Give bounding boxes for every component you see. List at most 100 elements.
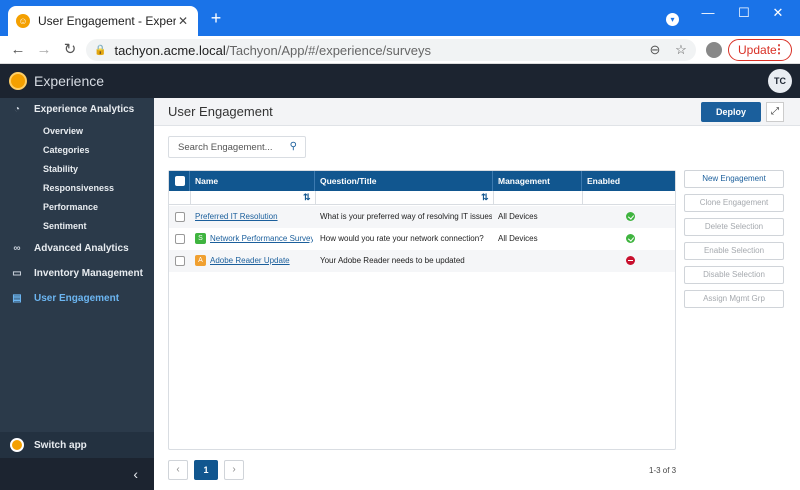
sidebar-subitem-categories[interactable]: Categories [43, 141, 90, 159]
collapse-sidebar-button[interactable]: ‹ [0, 458, 154, 490]
sidebar-item-label: Experience Analytics [34, 103, 135, 115]
column-divider [493, 191, 494, 205]
row-checkbox[interactable] [175, 256, 185, 266]
switch-app-icon [10, 438, 24, 452]
sidebar-subitem-stability[interactable]: Stability [43, 160, 78, 178]
engagement-name-link[interactable]: Preferred IT Resolution [195, 206, 313, 228]
select-all-cell [169, 171, 190, 191]
browser-tab[interactable]: ☺ User Engagement - Experience ✕ [8, 6, 198, 36]
favicon-icon: ☺ [16, 14, 30, 28]
forward-icon[interactable]: → [34, 40, 54, 60]
bookmark-star-icon[interactable]: ☆ [672, 41, 690, 59]
row-checkbox[interactable] [175, 234, 185, 244]
enabled-check-icon [626, 234, 635, 243]
enable-selection-button[interactable]: Enable Selection [684, 242, 784, 260]
sidebar-item-label: Advanced Analytics [34, 242, 129, 254]
delete-selection-button[interactable]: Delete Selection [684, 218, 784, 236]
select-all-checkbox[interactable] [175, 176, 185, 186]
row-checkbox[interactable] [175, 212, 185, 222]
column-header-groups[interactable]: Management Groups [493, 171, 582, 206]
column-header-question[interactable]: Question/Title [315, 171, 493, 191]
enabled-check-icon [626, 212, 635, 221]
column-divider [315, 191, 316, 205]
engagement-table: Name Question/Title Management Groups En… [168, 170, 676, 450]
deploy-button[interactable]: Deploy [701, 102, 761, 122]
url-host: tachyon.acme.local [114, 42, 226, 58]
engagement-name-link[interactable]: Network Performance Survey [210, 234, 313, 243]
clipboard-icon: ▤ [12, 292, 22, 304]
groups-cell: All Devices [498, 234, 538, 243]
sidebar-item-user-engagement[interactable]: ▤ User Engagement [0, 287, 154, 309]
sort-icon[interactable]: ⇅ [303, 192, 311, 203]
sidebar-item-advanced-analytics[interactable]: ∞ Advanced Analytics [0, 237, 154, 259]
groups-cell: All Devices [498, 212, 538, 221]
search-input[interactable]: Search Engagement... ⚲ [168, 136, 306, 158]
column-header-enabled[interactable]: Enabled [582, 171, 675, 191]
new-engagement-button[interactable]: New Engagement [684, 170, 784, 188]
sort-icon[interactable]: ⇅ [481, 192, 489, 203]
clone-engagement-button[interactable]: Clone Engagement [684, 194, 784, 212]
switch-app-button[interactable]: Switch app [0, 432, 154, 458]
profile-icon[interactable] [706, 42, 722, 58]
back-icon[interactable]: ← [8, 40, 28, 60]
sidebar-subitem-performance[interactable]: Performance [43, 198, 98, 216]
sidebar-item-inventory-management[interactable]: ▭ Inventory Management [0, 262, 154, 284]
page-title: User Engagement [168, 104, 273, 119]
url-path: /Tachyon/App/#/experience/surveys [225, 42, 431, 58]
browser-tab-bar: ☺ User Engagement - Experience ✕ + ▾ — ☐… [0, 0, 800, 36]
sidebar-item-label: User Engagement [34, 292, 120, 304]
engagement-name-link[interactable]: Adobe Reader Update [210, 256, 290, 265]
tab-search-icon[interactable]: ▾ [666, 13, 679, 26]
sidebar-subitem-sentiment[interactable]: Sentiment [43, 217, 87, 235]
table-row[interactable]: Preferred IT Resolution What is your pre… [169, 206, 675, 228]
prev-page-button[interactable]: ‹ [168, 460, 188, 480]
question-cell: What is your preferred way of resolving … [320, 212, 492, 221]
monitor-icon: ▭ [12, 267, 22, 279]
current-page-button[interactable]: 1 [194, 460, 218, 480]
question-cell: How would you rate your network connecti… [320, 234, 484, 243]
close-window-icon[interactable]: ✕ [766, 4, 790, 22]
app-logo-icon [9, 72, 27, 90]
table-header: Name Question/Title Management Groups En… [169, 171, 675, 206]
name-cell: S Network Performance Survey [195, 228, 313, 250]
expand-icon[interactable]: ⤢ [766, 102, 784, 122]
filter-row: ⇅ ⇅ [169, 191, 675, 205]
reload-icon[interactable]: ↻ [60, 40, 80, 60]
survey-badge: S [195, 233, 206, 245]
sidebar-item-experience-analytics[interactable]: ◔ Experience Analytics [0, 98, 154, 120]
announcement-badge: A [195, 255, 206, 267]
dashboard-icon: ◔ [13, 103, 21, 115]
table-row[interactable]: S Network Performance Survey How would yo… [169, 228, 675, 250]
name-cell: A Adobe Reader Update [195, 250, 313, 272]
app-header: Experience TC [0, 64, 800, 98]
search-icon[interactable]: ⚲ [290, 141, 297, 152]
minimize-icon[interactable]: — [696, 4, 720, 22]
switch-app-label: Switch app [34, 439, 87, 451]
sidebar-item-label: Inventory Management [34, 267, 143, 279]
column-header-name[interactable]: Name [190, 171, 315, 191]
tab-title: User Engagement - Experience [38, 14, 176, 28]
binoculars-icon: ∞ [13, 242, 21, 254]
update-label: Update [738, 43, 777, 57]
assign-mgmt-grp-button[interactable]: Assign Mgmt Grp [684, 290, 784, 308]
new-tab-button[interactable]: + [206, 8, 226, 28]
maximize-icon[interactable]: ☐ [732, 4, 756, 22]
next-page-button[interactable]: › [224, 460, 244, 480]
sidebar-subitem-responsiveness[interactable]: Responsiveness [43, 179, 114, 197]
column-divider [582, 191, 583, 205]
zoom-icon[interactable]: ⊖ [646, 41, 664, 59]
url-field[interactable]: 🔒 tachyon.acme.local/Tachyon/App/#/exper… [86, 39, 696, 61]
sidebar-subitem-overview[interactable]: Overview [43, 122, 83, 140]
address-bar: ← → ↻ 🔒 tachyon.acme.local/Tachyon/App/#… [0, 36, 800, 64]
tab-close-icon[interactable]: ✕ [176, 14, 190, 28]
question-cell: Your Adobe Reader needs to be updated [320, 256, 465, 265]
update-button[interactable]: Update ⋮ [728, 39, 792, 61]
avatar[interactable]: TC [768, 69, 792, 93]
search-placeholder: Search Engagement... [178, 142, 273, 153]
menu-dots-icon: ⋮ [773, 42, 785, 56]
page-header: User Engagement Deploy ⤢ [154, 98, 800, 126]
lock-icon: 🔒 [94, 44, 107, 56]
table-row[interactable]: A Adobe Reader Update Your Adobe Reader n… [169, 250, 675, 272]
page-count: 1-3 of 3 [649, 466, 677, 475]
disable-selection-button[interactable]: Disable Selection [684, 266, 784, 284]
